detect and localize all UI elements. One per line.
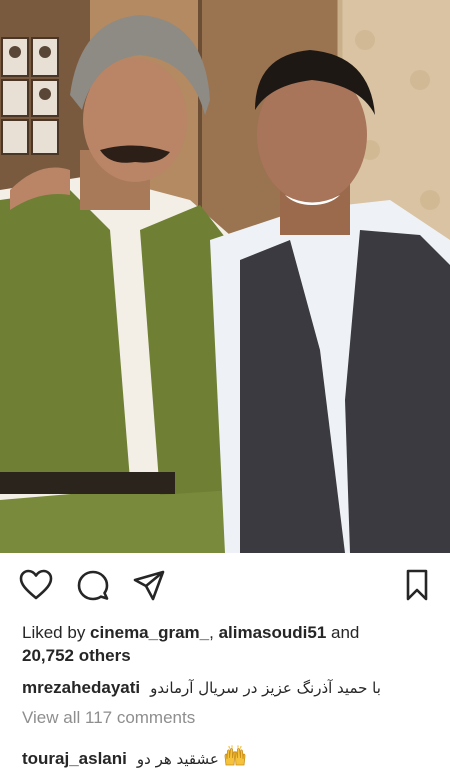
likes-separator: , (209, 623, 219, 642)
likes-prefix: Liked by (22, 623, 91, 642)
liker-username[interactable]: alimasoudi51 (219, 623, 327, 642)
likes-others-count[interactable]: 20,752 others (22, 646, 131, 665)
photo-illustration (0, 0, 450, 553)
liker-username[interactable]: cinema_gram_ (90, 623, 209, 642)
bookmark-icon[interactable] (400, 568, 434, 602)
raised-hands-emoji (223, 745, 247, 773)
caption-username[interactable]: mrezahedayati (22, 678, 140, 697)
comment-bubble-icon[interactable] (76, 568, 110, 602)
likes-summary: Liked by cinema_gram_, alimasoudi51 and … (22, 621, 432, 667)
post-photo[interactable] (0, 0, 450, 553)
view-all-comments-link[interactable]: View all 117 comments (22, 708, 195, 728)
comment-text: عشقید هر دو (136, 750, 219, 768)
paper-plane-icon[interactable] (132, 568, 166, 602)
comment-row: touraj_aslani عشقید هر دو (22, 745, 432, 773)
caption-text: با حمید آذرنگ عزیز در سریال آرماندو (150, 679, 381, 697)
heart-icon[interactable] (19, 568, 53, 602)
comment-username[interactable]: touraj_aslani (22, 749, 127, 768)
post-caption: mrezahedayati با حمید آذرنگ عزیز در سریال… (22, 676, 432, 700)
likes-conjunction: and (326, 623, 360, 642)
action-bar (0, 553, 450, 615)
